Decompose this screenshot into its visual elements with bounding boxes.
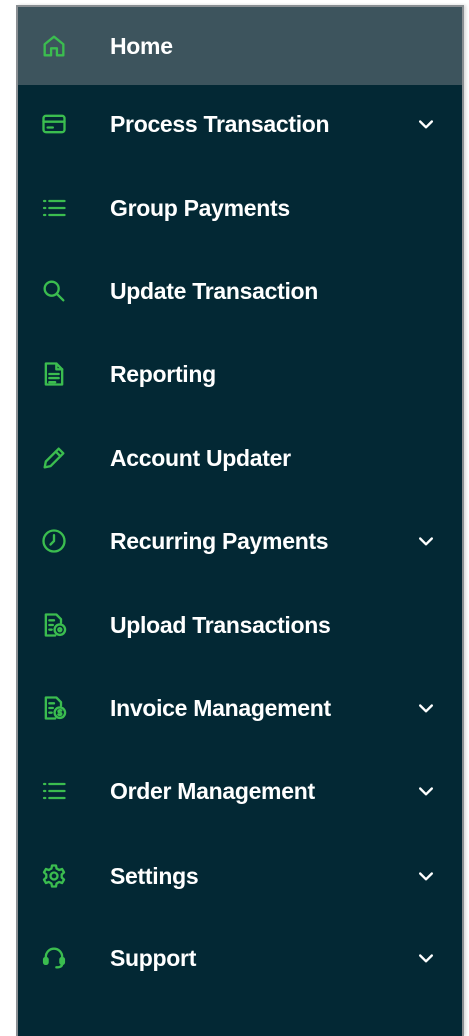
- chevron-down-icon[interactable]: [414, 696, 438, 720]
- chevron-down-icon[interactable]: [414, 779, 438, 803]
- sidebar-item-label: Account Updater: [110, 444, 291, 471]
- search-icon: [38, 275, 70, 307]
- sidebar-item-label: Home: [110, 32, 173, 59]
- sidebar-item-label: Process Transaction: [110, 110, 330, 137]
- sidebar-item-label: Group Payments: [110, 194, 290, 221]
- sidebar-item-label: Invoice Management: [110, 694, 331, 721]
- sidebar-item-support[interactable]: Support: [18, 919, 462, 997]
- sidebar-item-group-payments[interactable]: Group Payments: [18, 169, 462, 247]
- chevron-down-icon[interactable]: [414, 864, 438, 888]
- sidebar-nav: Home Process Transaction Group Payments …: [16, 5, 464, 1036]
- sidebar-item-order-management[interactable]: Order Management: [18, 752, 462, 830]
- sidebar-item-invoice-management[interactable]: Invoice Management: [18, 669, 462, 747]
- document-icon: [38, 358, 70, 390]
- sidebar-item-label: Reporting: [110, 360, 216, 387]
- sidebar-item-account-updater[interactable]: Account Updater: [18, 419, 462, 497]
- sidebar-item-label: Support: [110, 944, 197, 971]
- sidebar-item-process-transaction[interactable]: Process Transaction: [18, 85, 462, 163]
- sidebar-item-label: Update Transaction: [110, 277, 319, 304]
- sidebar-item-update-transaction[interactable]: Update Transaction: [18, 252, 462, 330]
- invoice-icon: [38, 692, 70, 724]
- sidebar-item-upload-transactions[interactable]: Upload Transactions: [18, 586, 462, 664]
- sidebar-item-label: Recurring Payments: [110, 527, 329, 554]
- sidebar-item-reporting[interactable]: Reporting: [18, 335, 462, 413]
- home-icon: [38, 30, 70, 62]
- list-icon: [38, 192, 70, 224]
- sidebar-item-home[interactable]: Home: [18, 7, 462, 85]
- sidebar-item-settings[interactable]: Settings: [18, 837, 462, 915]
- sidebar-item-label: Upload Transactions: [110, 611, 331, 638]
- gear-icon: [38, 860, 70, 892]
- credit-card-icon: [38, 108, 70, 140]
- sidebar-item-label: Settings: [110, 862, 199, 889]
- sidebar-item-label: Order Management: [110, 777, 315, 804]
- chevron-down-icon[interactable]: [414, 529, 438, 553]
- headset-icon: [38, 942, 70, 974]
- list-icon: [38, 775, 70, 807]
- chevron-down-icon[interactable]: [414, 946, 438, 970]
- clock-icon: [38, 525, 70, 557]
- chevron-down-icon[interactable]: [414, 112, 438, 136]
- document-upload-icon: [38, 609, 70, 641]
- sidebar-item-recurring-payments[interactable]: Recurring Payments: [18, 502, 462, 580]
- pencil-icon: [38, 442, 70, 474]
